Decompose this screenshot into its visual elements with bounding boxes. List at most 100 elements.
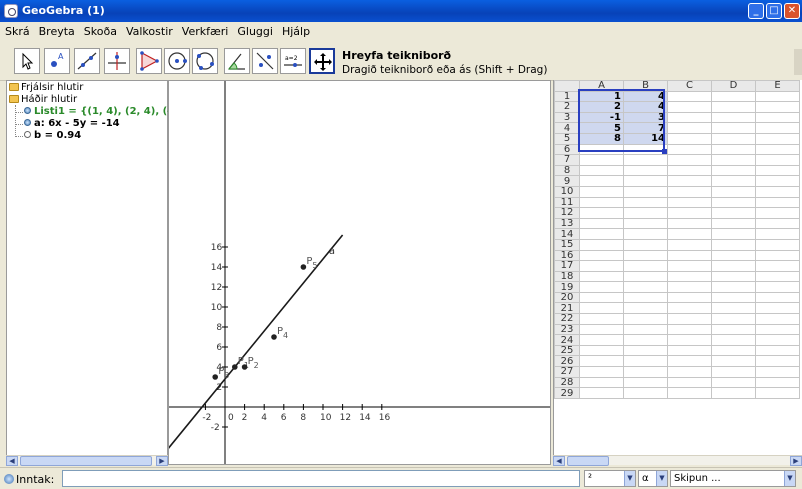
- dropdown-arrow-icon[interactable]: ▼: [656, 471, 667, 486]
- cell-c[interactable]: [667, 355, 712, 368]
- cell-d[interactable]: [711, 111, 756, 124]
- menu-window[interactable]: Gluggi: [232, 22, 277, 38]
- cell-d[interactable]: [711, 323, 756, 336]
- cell-d[interactable]: [711, 281, 756, 293]
- cell-b[interactable]: [623, 249, 668, 262]
- cell-b[interactable]: [623, 228, 668, 240]
- row-header[interactable]: 21: [554, 302, 580, 315]
- input-field[interactable]: [62, 470, 580, 487]
- algebra-item-line-a[interactable]: a: 6x - 5y = -14: [24, 118, 120, 130]
- cell-a[interactable]: [579, 387, 624, 399]
- cell-a[interactable]: [579, 228, 624, 240]
- cell-e[interactable]: [755, 143, 800, 156]
- cell-b[interactable]: [623, 260, 668, 272]
- cell-e[interactable]: [755, 291, 800, 304]
- cell-b[interactable]: [623, 238, 668, 251]
- cell-d[interactable]: [711, 355, 756, 368]
- menu-view[interactable]: Skoða: [79, 22, 121, 38]
- cell-d[interactable]: [711, 260, 756, 272]
- cell-d[interactable]: [711, 302, 756, 315]
- cell-c[interactable]: [667, 249, 712, 262]
- cell-c[interactable]: [667, 185, 712, 198]
- cell-e[interactable]: [755, 111, 800, 124]
- cell-a[interactable]: [579, 334, 624, 346]
- cell-c[interactable]: [667, 260, 712, 272]
- row-header[interactable]: 12: [554, 207, 580, 219]
- cell-e[interactable]: [755, 355, 800, 368]
- dropdown-arrow-icon[interactable]: ▼: [784, 471, 795, 486]
- menu-help[interactable]: Hjálp: [277, 22, 314, 38]
- cell-c[interactable]: [667, 270, 712, 283]
- command-combo[interactable]: Skipun ... ▼: [670, 470, 796, 487]
- cell-b[interactable]: 14: [623, 132, 668, 145]
- cell-b[interactable]: [623, 196, 668, 209]
- cell-a[interactable]: 8: [579, 132, 624, 145]
- cell-e[interactable]: [755, 228, 800, 240]
- row-header[interactable]: 23: [554, 323, 580, 336]
- angle-tool-button[interactable]: [224, 48, 250, 74]
- cell-e[interactable]: [755, 90, 800, 103]
- cell-a[interactable]: -1: [579, 111, 624, 124]
- cell-b[interactable]: [623, 313, 668, 325]
- menu-options[interactable]: Valkostir: [121, 22, 177, 38]
- cell-d[interactable]: [711, 143, 756, 156]
- cell-c[interactable]: [667, 344, 712, 357]
- cell-d[interactable]: [711, 238, 756, 251]
- cell-d[interactable]: [711, 387, 756, 399]
- cell-a[interactable]: 2: [579, 101, 624, 113]
- coordinate-plane[interactable]: -20246810121416161412108642-2aP1P2P3P4P5: [169, 81, 551, 465]
- cell-b[interactable]: [623, 376, 668, 389]
- cell-d[interactable]: [711, 132, 756, 145]
- fill-handle[interactable]: [662, 149, 667, 154]
- cell-e[interactable]: [755, 122, 800, 134]
- row-header[interactable]: 4: [554, 122, 580, 134]
- cell-a[interactable]: [579, 302, 624, 315]
- cell-b[interactable]: 3: [623, 111, 668, 124]
- scroll-right-arrow-icon[interactable]: ▶: [156, 456, 168, 466]
- cell-e[interactable]: [755, 376, 800, 389]
- row-header[interactable]: 17: [554, 260, 580, 272]
- cell-d[interactable]: [711, 270, 756, 283]
- scrollbar-thumb[interactable]: [20, 456, 152, 466]
- dropdown-arrow-icon[interactable]: ▼: [624, 471, 635, 486]
- cell-d[interactable]: [711, 90, 756, 103]
- column-header-d[interactable]: D: [711, 80, 756, 92]
- cell-e[interactable]: [755, 238, 800, 251]
- row-header[interactable]: 28: [554, 376, 580, 389]
- cell-c[interactable]: [667, 281, 712, 293]
- row-header[interactable]: 11: [554, 196, 580, 209]
- cell-b[interactable]: [623, 387, 668, 399]
- cell-d[interactable]: [711, 366, 756, 378]
- cell-a[interactable]: [579, 143, 624, 156]
- cell-a[interactable]: [579, 196, 624, 209]
- cell-e[interactable]: [755, 132, 800, 145]
- spreadsheet-view[interactable]: A B C D E 1 1 4 2 2 4 3 -1 3 4 5 7 5 8 14 6 7 8 9 10 11 12 13 1…: [553, 80, 802, 465]
- cell-b[interactable]: [623, 366, 668, 378]
- row-header[interactable]: 24: [554, 334, 580, 346]
- cell-a[interactable]: [579, 355, 624, 368]
- cell-a[interactable]: [579, 238, 624, 251]
- cell-b[interactable]: [623, 355, 668, 368]
- cell-c[interactable]: [667, 302, 712, 315]
- row-header[interactable]: 10: [554, 185, 580, 198]
- cell-d[interactable]: [711, 207, 756, 219]
- cell-c[interactable]: [667, 122, 712, 134]
- cell-e[interactable]: [755, 185, 800, 198]
- cell-e[interactable]: [755, 270, 800, 283]
- cell-d[interactable]: [711, 196, 756, 209]
- cell-e[interactable]: [755, 249, 800, 262]
- column-header-b[interactable]: B: [623, 80, 668, 92]
- cell-b[interactable]: [623, 334, 668, 346]
- cell-c[interactable]: [667, 366, 712, 378]
- column-header-c[interactable]: C: [667, 80, 712, 92]
- cell-b[interactable]: [623, 302, 668, 315]
- cell-c[interactable]: [667, 196, 712, 209]
- point-p4[interactable]: [271, 334, 277, 340]
- cell-e[interactable]: [755, 175, 800, 187]
- cell-d[interactable]: [711, 249, 756, 262]
- visibility-toggle-icon[interactable]: [24, 119, 31, 126]
- row-header[interactable]: 6: [554, 143, 580, 156]
- row-header[interactable]: 26: [554, 355, 580, 368]
- cell-a[interactable]: [579, 291, 624, 304]
- row-header[interactable]: 2: [554, 101, 580, 113]
